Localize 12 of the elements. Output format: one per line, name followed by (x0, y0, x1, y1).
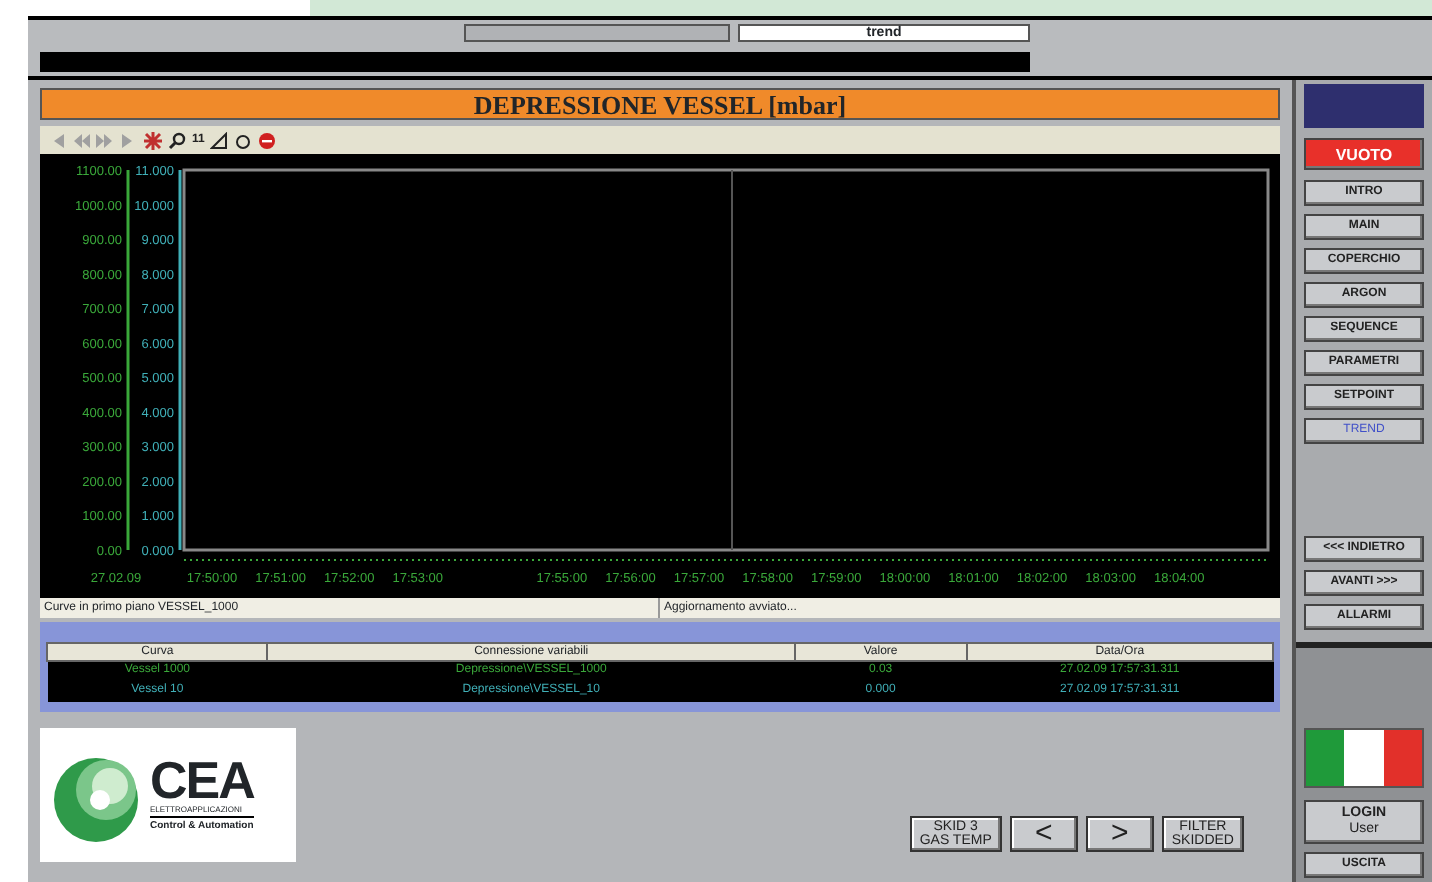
stop-icon[interactable] (258, 131, 277, 149)
nav-button[interactable]: VUOTO (1304, 138, 1424, 171)
search-icon[interactable] (168, 131, 186, 149)
asterisk-icon[interactable] (144, 131, 162, 149)
circle-icon[interactable] (234, 131, 253, 149)
triangle-icon[interactable] (210, 131, 229, 149)
logo-text: CEA (150, 756, 254, 804)
chart-title: DEPRESSIONE VESSEL [mbar] (40, 88, 1280, 120)
arrow-button[interactable]: > (1085, 816, 1154, 852)
flag-icon[interactable] (1304, 728, 1424, 788)
arrow-button[interactable]: < (1009, 816, 1078, 852)
header-panel (1304, 84, 1424, 129)
